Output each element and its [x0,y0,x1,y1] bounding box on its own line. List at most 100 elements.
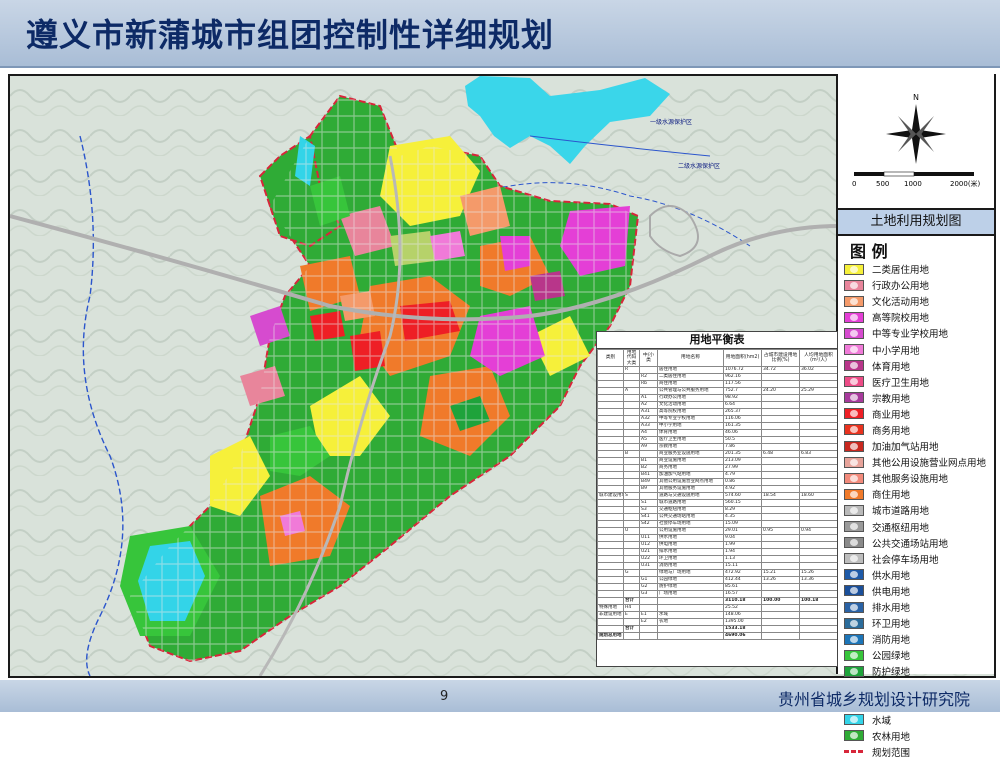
table-row: U11 供水用地 9.04 [597,533,837,542]
north-arrow-icon: N [886,93,946,164]
table-cell: 560.15 [723,498,762,507]
table-cell [623,547,640,556]
legend-label: 城市道路用地 [872,506,930,518]
table-row: A4 体育用地 46.06 [597,428,837,437]
table-cell [799,414,837,423]
table-row: G2 防护绿地 85.61 [597,582,837,591]
table-cell: 412.44 [723,575,762,584]
table-cell [657,596,724,605]
legend-label: 中等专业学校用地 [872,329,949,341]
table-cell: U11 [639,533,658,542]
table-cell: 8.29 [723,505,762,514]
table-row: G 绿地与广场用地 472.92 15.21 15.26 [597,568,837,577]
table-header-cell: 中/小类 [639,349,658,367]
legend-label: 中小学用地 [872,345,920,357]
table-cell: 6.83 [799,449,837,458]
legend-swatch [844,311,864,323]
table-cell: 商住用地 [657,379,724,388]
table-row: A1 行政办公用地 98.92 [597,393,837,402]
table-cell [597,519,624,528]
legend-item: 供水用地 [844,567,992,583]
table-cell: 85.61 [723,582,762,591]
legend-label: 消防用地 [872,635,911,647]
table-cell: 宗教用地 [657,442,724,451]
table-row: S42 社会停车场用地 15.09 [597,519,837,528]
table-cell: 商业服务业设施用地 [657,449,724,458]
table-row: 城市建设用地 S 道路与交通设施用地 574.60 18.54 18.60 [597,491,837,500]
table-cell: 居住用地 [657,365,724,374]
table-cell: U12 [639,540,658,549]
table-cell [623,561,640,570]
legend-swatch [844,279,864,291]
table-cell: 消防用地 [657,561,724,570]
table-cell: 医疗卫生用地 [657,435,724,444]
table-cell: B49 [639,477,658,486]
table-cell: 18.54 [761,491,800,500]
table-cell [799,428,837,437]
table-cell: 752.7 [723,386,762,395]
table-cell [639,526,658,535]
table-cell: A33 [639,421,658,430]
table-cell: R [623,365,640,374]
table-cell: 合计 [623,624,640,633]
table-cell: 148.06 [723,610,762,619]
table-cell: 46.06 [723,428,762,437]
table-cell: 防护绿地 [657,582,724,591]
table-cell [597,624,624,633]
table-cell [799,561,837,570]
table-cell [623,540,640,549]
table-cell: 城市建设用地 [597,491,624,500]
page-number: 9 [440,689,449,704]
table-cell [761,435,800,444]
legend-swatch [844,665,864,677]
table-cell: 962.16 [723,372,762,381]
table-cell [639,449,658,458]
table-cell: 0.86 [723,477,762,486]
legend-label: 其他服务设施用地 [872,474,949,486]
table-cell: H4 [623,603,640,612]
table-cell [597,526,624,535]
table-cell: 1.99 [723,540,762,549]
legend-label: 二类居住用地 [872,265,930,277]
table-cell [657,631,724,640]
legend-item: 商业用地 [844,406,992,422]
table-cell: A5 [639,435,658,444]
table-cell: 25.52 [723,603,762,612]
table-cell: 6.48 [761,449,800,458]
table-header-cell: 人均用地面积(m²/人) [799,349,837,367]
table-cell [623,400,640,409]
table-cell [799,617,837,626]
table-cell: B1 [639,456,658,465]
table-cell [623,512,640,521]
table-header-cell: 用地代码 大类 [623,349,640,367]
table-cell: 商业设施用地 [657,456,724,465]
table-cell [761,582,800,591]
legend-label: 其他公用设施营业网点用地 [872,458,987,470]
table-cell: 非建设用地 [597,610,624,619]
table-cell [761,414,800,423]
table-cell [761,624,800,633]
table-cell [761,589,800,598]
table-cell: B [623,449,640,458]
table-cell [597,428,624,437]
table-cell: Rb [639,379,658,388]
table-cell: G1 [639,575,658,584]
table-cell: 4.79 [723,470,762,479]
table-cell [623,575,640,584]
table-cell: G3 [639,589,658,598]
table-cell [597,372,624,381]
table-cell [799,624,837,633]
table-cell: S41 [639,512,658,521]
table-cell [761,393,800,402]
table-cell: 6.64 [723,400,762,409]
table-cell [799,372,837,381]
table-cell: S3 [639,505,658,514]
table-row: B1 商业设施用地 213.09 [597,456,837,465]
legend-swatch [844,649,864,661]
table-cell: B41 [639,470,658,479]
table-cell: U22 [639,554,658,563]
table-cell: 体育用地 [657,428,724,437]
legend-item: 体育用地 [844,358,992,374]
table-cell [657,603,724,612]
table-cell [761,603,800,612]
